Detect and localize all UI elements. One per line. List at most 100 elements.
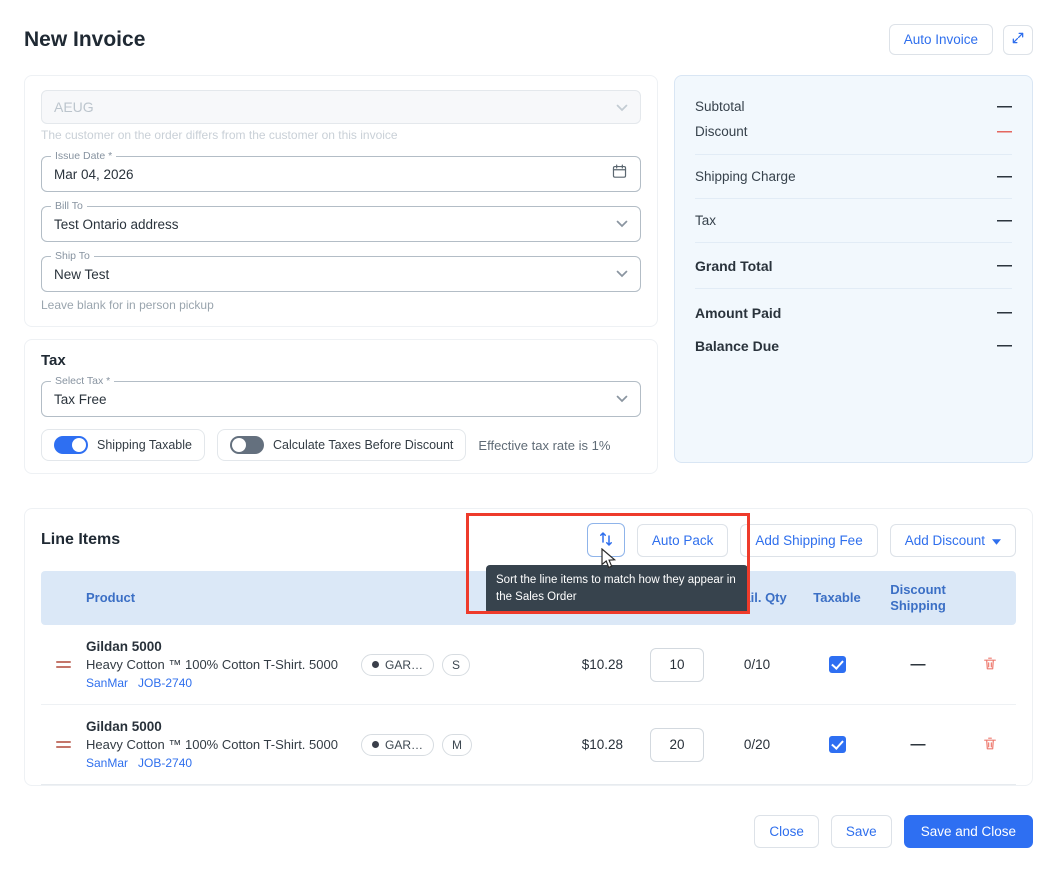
chevron-down-icon: [616, 265, 628, 283]
subtotal-value: —: [997, 98, 1012, 115]
auto-invoice-button[interactable]: Auto Invoice: [889, 24, 993, 55]
tax-toggles-row: Shipping Taxable Calculate Taxes Before …: [41, 429, 641, 461]
bill-to-label: Bill To: [51, 200, 87, 212]
ship-to-field[interactable]: Ship To New Test: [41, 256, 641, 292]
table-row: Gildan 5000 Heavy Cotton ™ 100% Cotton T…: [41, 705, 1016, 785]
product-column-header: Product: [86, 590, 361, 606]
vendor-link[interactable]: SanMar: [86, 676, 128, 690]
product-cell: Gildan 5000 Heavy Cotton ™ 100% Cotton T…: [86, 639, 361, 690]
drag-handle[interactable]: [41, 738, 86, 751]
add-shipping-fee-button[interactable]: Add Shipping Fee: [740, 524, 877, 557]
taxable-checkbox[interactable]: [829, 736, 846, 753]
trash-icon: [982, 740, 998, 755]
select-tax-label: Select Tax *: [51, 375, 114, 387]
delete-cell: [963, 733, 1016, 757]
size-tag[interactable]: S: [442, 654, 470, 676]
table-row: Gildan 5000 Heavy Cotton ™ 100% Cotton T…: [41, 625, 1016, 705]
discount-shipping-cell: —: [873, 656, 963, 673]
effective-tax-rate-text: Effective tax rate is 1%: [478, 438, 610, 453]
amount-paid-value: —: [997, 304, 1012, 321]
subtotal-label: Subtotal: [695, 99, 745, 114]
invoice-summary-card: Subtotal — Discount — Shipping Charge — …: [674, 75, 1033, 463]
qty-input[interactable]: [650, 728, 704, 762]
add-discount-label: Add Discount: [905, 533, 985, 548]
tag-dot-icon: [372, 741, 379, 748]
caret-down-icon: [992, 533, 1001, 548]
ship-to-helper-text: Leave blank for in person pickup: [41, 298, 641, 312]
save-label: Save: [846, 824, 877, 839]
size-tag-label: S: [452, 658, 460, 672]
summary-row-subtotal: Subtotal —: [695, 88, 1012, 119]
add-discount-button[interactable]: Add Discount: [890, 524, 1016, 557]
amount-paid-label: Amount Paid: [695, 305, 781, 321]
invoice-form-column: AEUG The customer on the order differs f…: [24, 75, 658, 474]
summary-row-amount-paid: Amount Paid —: [695, 289, 1012, 329]
calendar-icon[interactable]: [611, 163, 628, 185]
product-description: Heavy Cotton ™ 100% Cotton T-Shirt. 5000: [86, 657, 361, 672]
toggle-on-icon[interactable]: [54, 436, 88, 454]
issue-date-field[interactable]: Issue Date * Mar 04, 2026: [41, 156, 641, 192]
grand-total-label: Grand Total: [695, 258, 773, 274]
shipping-charge-value: —: [997, 168, 1012, 185]
footer-actions: Close Save Save and Close: [754, 815, 1033, 848]
trash-icon: [982, 660, 998, 675]
save-button[interactable]: Save: [831, 815, 892, 848]
page-title: New Invoice: [24, 28, 145, 52]
expand-icon: [1011, 31, 1025, 48]
chevron-down-icon: [616, 99, 628, 115]
qty-cell: [641, 728, 713, 762]
taxable-cell: [801, 656, 873, 673]
avail-qty-cell: 0/20: [713, 737, 801, 752]
discount-value: —: [997, 123, 1012, 140]
grand-total-value: —: [997, 257, 1012, 274]
close-label: Close: [769, 824, 804, 839]
top-actions: Auto Invoice: [889, 24, 1033, 55]
discount-shipping-value: —: [911, 656, 926, 673]
line-items-card: Line Items Auto Pack Add Shipping Fee Ad…: [24, 508, 1033, 786]
issue-date-value: Mar 04, 2026: [54, 167, 611, 182]
close-button[interactable]: Close: [754, 815, 819, 848]
balance-due-label: Balance Due: [695, 338, 779, 354]
line-items-toolbar: Auto Pack Add Shipping Fee Add Discount: [587, 523, 1016, 557]
balance-due-value: —: [997, 337, 1012, 354]
delete-line-item-button[interactable]: [980, 733, 1000, 757]
garment-tag[interactable]: GAR…: [361, 654, 434, 676]
bill-to-value: Test Ontario address: [54, 217, 616, 232]
shipping-taxable-toggle[interactable]: Shipping Taxable: [41, 429, 205, 461]
auto-pack-button[interactable]: Auto Pack: [637, 524, 729, 557]
discount-shipping-cell: —: [873, 736, 963, 753]
bill-to-field[interactable]: Bill To Test Ontario address: [41, 206, 641, 242]
customer-select[interactable]: AEUG: [41, 90, 641, 124]
taxable-cell: [801, 736, 873, 753]
topbar: New Invoice Auto Invoice: [24, 24, 1033, 55]
ship-to-label: Ship To: [51, 250, 94, 262]
delete-line-item-button[interactable]: [980, 653, 1000, 677]
save-and-close-button[interactable]: Save and Close: [904, 815, 1033, 848]
select-tax-field[interactable]: Select Tax * Tax Free: [41, 381, 641, 417]
job-link[interactable]: JOB-2740: [138, 756, 192, 770]
size-tag-label: M: [452, 738, 462, 752]
size-tag[interactable]: M: [442, 734, 472, 756]
main-area: AEUG The customer on the order differs f…: [24, 75, 1033, 474]
sort-line-items-button[interactable]: [587, 523, 625, 557]
qty-cell: [641, 648, 713, 682]
taxable-checkbox[interactable]: [829, 656, 846, 673]
garment-tag[interactable]: GAR…: [361, 734, 434, 756]
tax-label: Tax: [695, 213, 716, 228]
tag-dot-icon: [372, 661, 379, 668]
save-and-close-label: Save and Close: [921, 824, 1016, 839]
issue-date-label: Issue Date *: [51, 150, 116, 162]
tax-value: —: [997, 212, 1012, 229]
expand-button[interactable]: [1003, 25, 1033, 55]
calc-taxes-before-discount-toggle[interactable]: Calculate Taxes Before Discount: [217, 429, 466, 461]
vendor-link[interactable]: SanMar: [86, 756, 128, 770]
tags-cell: GAR… S: [361, 654, 546, 676]
drag-handle[interactable]: [41, 658, 86, 671]
qty-input[interactable]: [650, 648, 704, 682]
job-link[interactable]: JOB-2740: [138, 676, 192, 690]
product-description: Heavy Cotton ™ 100% Cotton T-Shirt. 5000: [86, 737, 361, 752]
toggle-off-icon[interactable]: [230, 436, 264, 454]
add-shipping-fee-label: Add Shipping Fee: [755, 533, 862, 548]
auto-invoice-label: Auto Invoice: [904, 32, 978, 47]
summary-row-balance-due: Balance Due —: [695, 329, 1012, 362]
